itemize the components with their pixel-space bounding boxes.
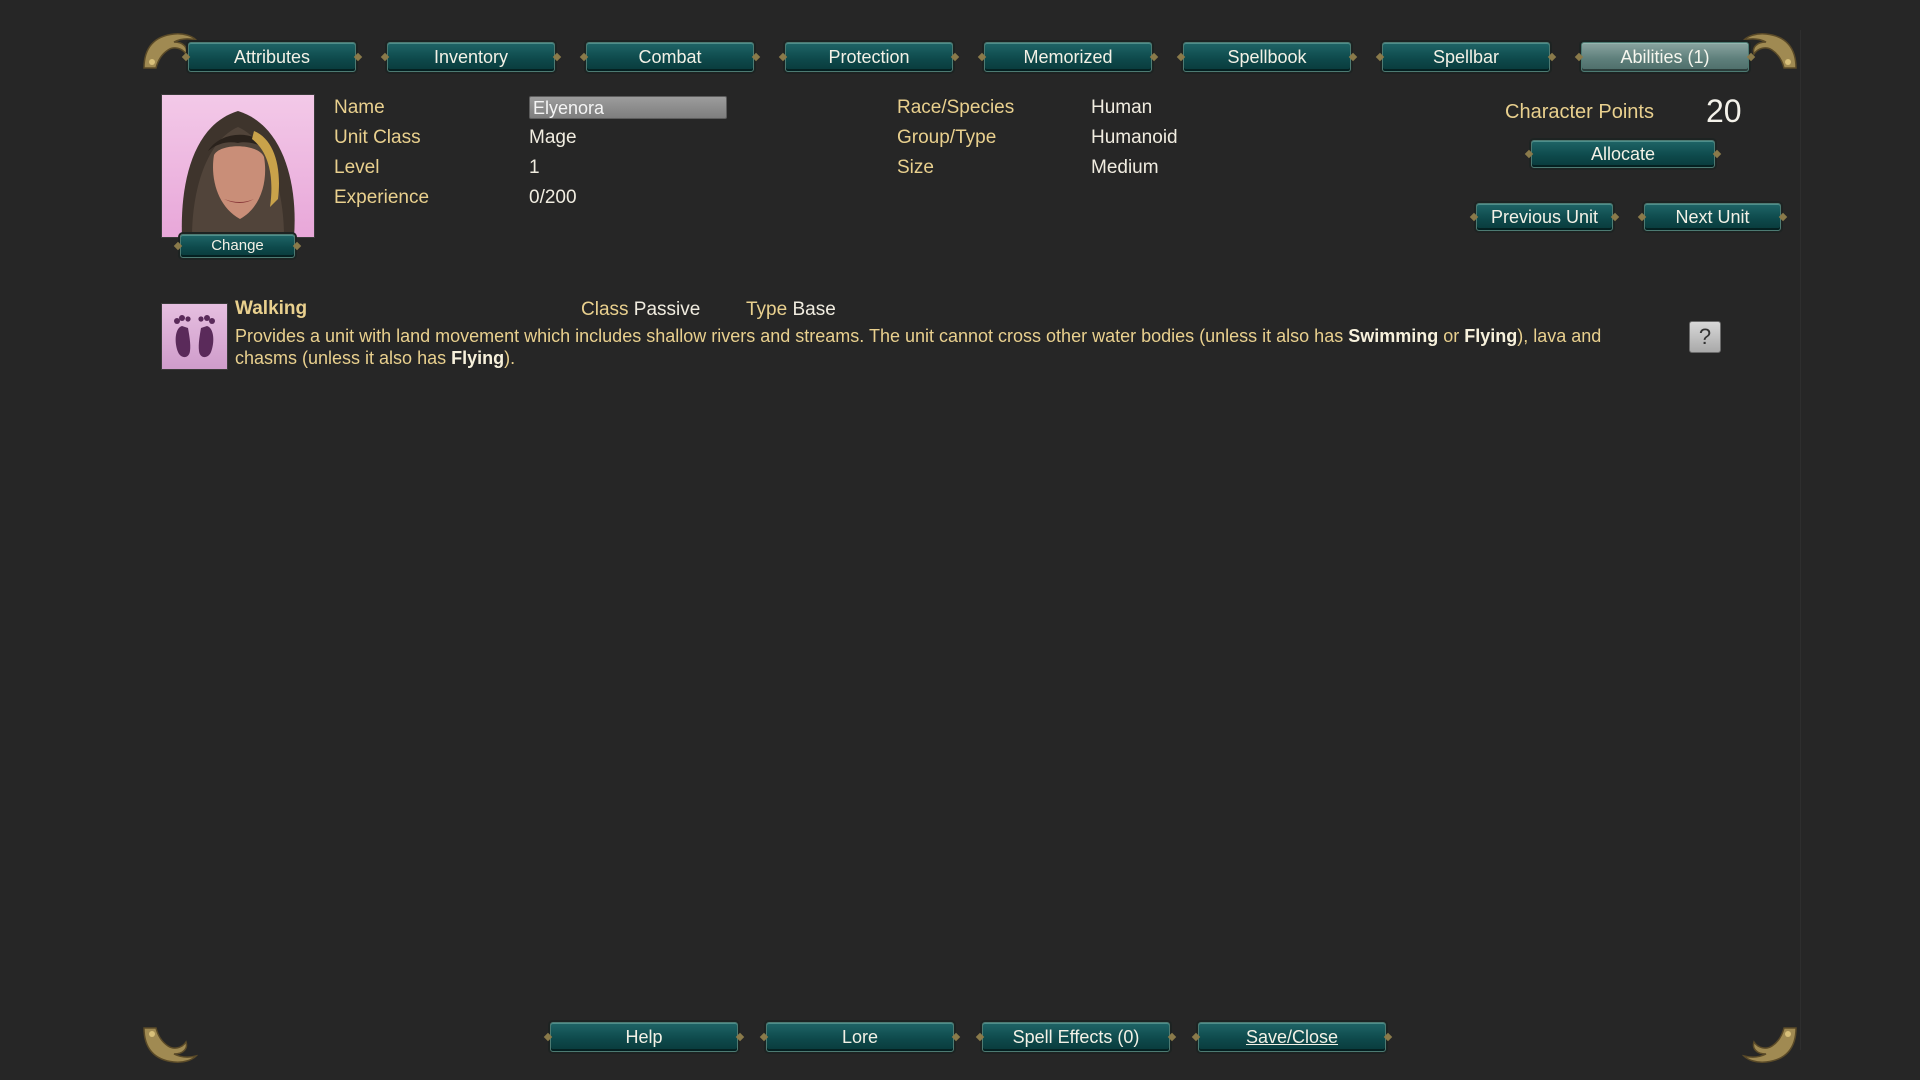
- corner-ornament-icon: [140, 1024, 199, 1068]
- help-button[interactable]: Help: [550, 1022, 738, 1052]
- tab-abilities[interactable]: Abilities (1): [1581, 42, 1749, 72]
- hooded-mage-portrait-icon: [181, 111, 295, 237]
- ability-walking-icon: [161, 303, 228, 370]
- level-value: 1: [529, 157, 540, 178]
- spell-effects-button[interactable]: Spell Effects (0): [982, 1022, 1170, 1052]
- unit-class-value: Mage: [529, 127, 577, 148]
- character-portrait: [161, 94, 315, 238]
- corner-ornament-icon: [1741, 1024, 1800, 1068]
- tab-combat[interactable]: Combat: [586, 42, 754, 72]
- experience-value: 0/200: [529, 187, 577, 208]
- character-points-label: Character Points: [1505, 101, 1654, 123]
- desc-keyword: Swimming: [1348, 326, 1439, 346]
- ability-class-label: Class: [581, 299, 629, 320]
- ability-class: Class Passive: [581, 299, 700, 321]
- ability-description: Provides a unit with land movement which…: [235, 325, 1655, 369]
- tab-attributes[interactable]: Attributes: [188, 42, 356, 72]
- desc-text: or: [1438, 326, 1465, 346]
- unit-class-label: Unit Class: [334, 127, 421, 148]
- lore-button[interactable]: Lore: [766, 1022, 954, 1052]
- feet-icon: [174, 315, 215, 358]
- desc-keyword: Flying: [451, 348, 505, 368]
- race-value: Human: [1091, 97, 1153, 118]
- level-label: Level: [334, 157, 380, 178]
- race-label: Race/Species: [897, 97, 1015, 118]
- desc-text: ).: [504, 348, 516, 368]
- previous-unit-button[interactable]: Previous Unit: [1476, 203, 1613, 231]
- desc-text: Provides a unit with land movement which…: [235, 326, 1349, 346]
- tab-memorized[interactable]: Memorized: [984, 42, 1152, 72]
- name-label: Name: [334, 97, 385, 118]
- change-portrait-button[interactable]: Change: [180, 234, 295, 258]
- corner-ornament-icon: [1741, 28, 1800, 72]
- tab-spellbar[interactable]: Spellbar: [1382, 42, 1550, 72]
- experience-label: Experience: [334, 187, 430, 208]
- size-value: Medium: [1091, 157, 1159, 178]
- character-points-value: 20: [1706, 93, 1742, 129]
- ability-title: Walking: [235, 298, 308, 319]
- tab-inventory[interactable]: Inventory: [387, 42, 555, 72]
- ability-help-button[interactable]: ?: [1689, 321, 1721, 353]
- next-unit-button[interactable]: Next Unit: [1644, 203, 1781, 231]
- group-value: Humanoid: [1091, 127, 1178, 148]
- save-close-button[interactable]: Save/Close: [1198, 1022, 1386, 1052]
- allocate-button[interactable]: Allocate: [1531, 140, 1715, 168]
- name-input[interactable]: Elyenora: [529, 96, 727, 119]
- panel-border: [1800, 30, 1801, 1050]
- group-label: Group/Type: [897, 127, 997, 148]
- tab-spellbook[interactable]: Spellbook: [1183, 42, 1351, 72]
- desc-keyword: Flying: [1464, 326, 1518, 346]
- size-label: Size: [897, 157, 934, 178]
- ability-type-label: Type: [746, 299, 788, 320]
- ability-type: Type Base: [746, 299, 836, 321]
- tab-protection[interactable]: Protection: [785, 42, 953, 72]
- ability-class-value: Passive: [633, 299, 701, 320]
- ability-type-value: Base: [792, 299, 836, 320]
